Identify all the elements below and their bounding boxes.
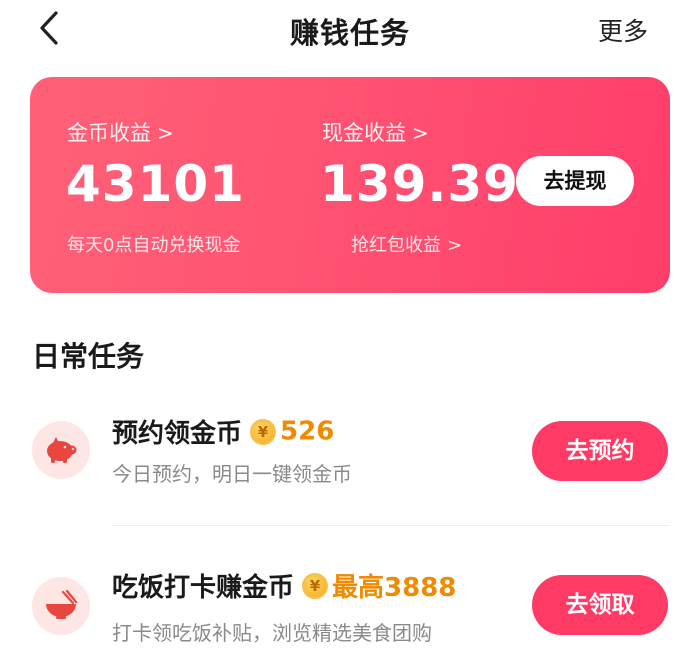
- page-title: 赚钱任务: [289, 16, 410, 50]
- task-title-text: 预约领金币: [112, 419, 243, 449]
- task-reward: 526: [280, 416, 335, 447]
- task-reward: 最高3888: [332, 573, 457, 603]
- red-packet-earnings-link[interactable]: 抢红包收益 >: [351, 231, 462, 257]
- section-title-daily-tasks: 日常任务: [32, 340, 145, 373]
- cash-earnings-label: 现金收益: [322, 121, 406, 145]
- task-title-text: 吃饭打卡赚金币: [112, 573, 295, 603]
- top-bar: 赚钱任务 更多: [0, 0, 700, 60]
- red-packet-earnings-label: 抢红包收益: [351, 235, 441, 256]
- chevron-right-icon: >: [157, 121, 174, 145]
- chevron-right-icon: >: [447, 235, 463, 256]
- divider: [112, 525, 670, 526]
- reserve-button[interactable]: 去预约: [532, 421, 668, 481]
- more-button[interactable]: 更多: [598, 12, 648, 48]
- rice-bowl-icon: [32, 577, 90, 635]
- coin-earnings-link[interactable]: 金币收益 >: [67, 117, 174, 147]
- withdraw-button[interactable]: 去提现: [516, 156, 634, 206]
- cash-earnings-value: 139.39: [320, 155, 519, 213]
- task-item: 预约领金币 ¥526 今日预约，明日一键领金币 去预约: [0, 400, 700, 500]
- earnings-card: 金币收益 > 43101 每天0点自动兑换现金 现金收益 > 139.39 抢红包收…: [30, 77, 670, 293]
- claim-button[interactable]: 去领取: [532, 575, 668, 635]
- gold-coin-icon: ¥: [250, 418, 277, 445]
- coin-earnings-value: 43101: [66, 155, 245, 213]
- cash-earnings-link[interactable]: 现金收益 >: [322, 117, 429, 147]
- task-item: 吃饭打卡赚金币 ¥ 最高3888 打卡领吃饭补贴，浏览精选美食团购 去领取: [0, 555, 700, 655]
- chevron-right-icon: >: [412, 121, 429, 145]
- gold-coin-icon: ¥: [302, 572, 329, 599]
- coin-earnings-label: 金币收益: [67, 121, 151, 145]
- coin-earnings-subtitle: 每天0点自动兑换现金: [67, 235, 241, 256]
- task-description: 今日预约，明日一键领金币: [112, 462, 352, 486]
- piggy-bank-icon: [32, 421, 90, 479]
- task-description: 打卡领吃饭补贴，浏览精选美食团购: [112, 621, 432, 645]
- task-title: 吃饭打卡赚金币 ¥ 最高3888: [112, 567, 456, 604]
- task-title: 预约领金币 ¥526: [112, 413, 334, 450]
